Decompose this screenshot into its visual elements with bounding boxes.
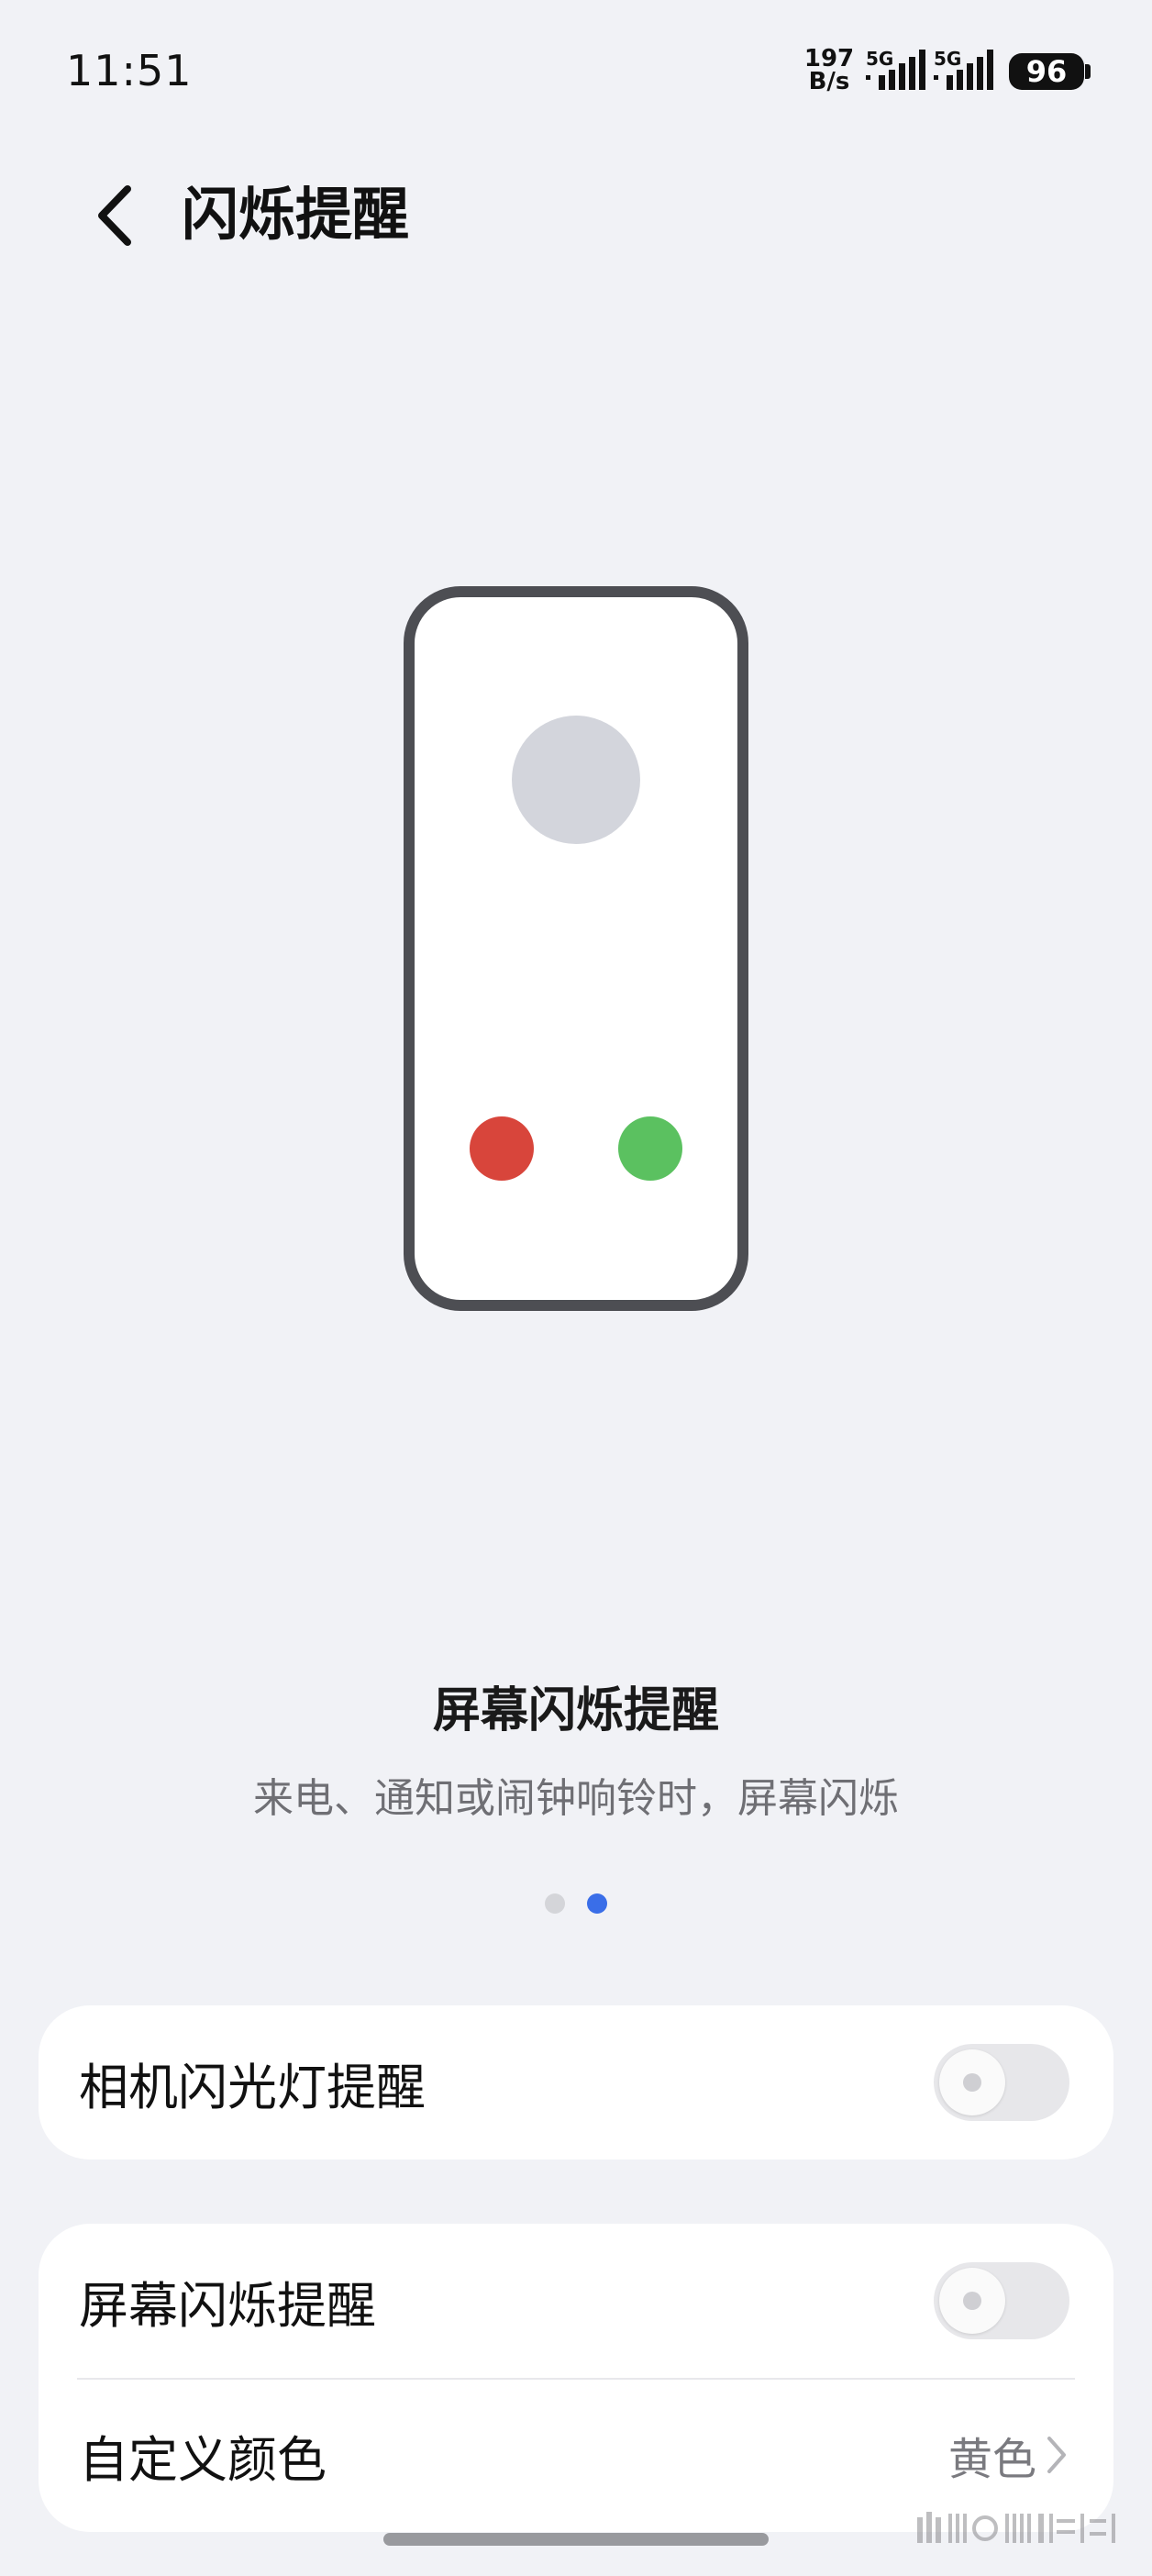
- page-title: 闪烁提醒: [182, 181, 410, 248]
- home-indicator[interactable]: [383, 2533, 769, 2546]
- toggle-knob: [939, 2049, 1005, 2115]
- feature-title: 屏幕闪烁提醒: [432, 1683, 719, 1738]
- page-dot-active[interactable]: [587, 1893, 607, 1914]
- network-speed: 197 B/s: [803, 47, 855, 95]
- screen-flash-label: 屏幕闪烁提醒: [79, 2276, 376, 2335]
- caller-avatar: [512, 716, 640, 844]
- accept-call-icon: [618, 1116, 682, 1181]
- signal-icon: 5G: [934, 48, 994, 92]
- page-dot[interactable]: [545, 1893, 565, 1914]
- status-time: 11:51: [66, 46, 193, 95]
- battery-icon: 96: [1009, 53, 1084, 90]
- camera-flash-toggle[interactable]: [934, 2044, 1069, 2121]
- camera-flash-card: 相机闪光灯提醒: [39, 2005, 1113, 2160]
- decline-call-icon: [470, 1116, 534, 1181]
- signal-icon: 5G: [866, 48, 926, 92]
- custom-color-value: 黄色: [947, 2434, 1036, 2485]
- battery-level: 96: [1025, 54, 1068, 89]
- network-speed-unit: B/s: [808, 68, 850, 95]
- camera-flash-label: 相机闪光灯提醒: [79, 2058, 426, 2116]
- feature-description: 来电、通知或闹钟响铃时，屏幕闪烁: [253, 1775, 899, 1822]
- chevron-left-icon: [98, 185, 131, 246]
- back-button[interactable]: [77, 174, 150, 257]
- custom-color-label: 自定义颜色: [79, 2430, 327, 2489]
- chevron-right-icon: [1047, 2437, 1066, 2473]
- screen-flash-card: 屏幕闪烁提醒 自定义颜色 黄色: [39, 2224, 1113, 2532]
- toggle-knob: [939, 2268, 1005, 2334]
- watermark-logo: [917, 2512, 1115, 2543]
- screen-flash-illustration: [404, 586, 748, 1311]
- phone-frame: [404, 586, 748, 1311]
- battery-tip: [1085, 64, 1091, 79]
- screen-flash-toggle[interactable]: [934, 2262, 1069, 2339]
- status-bar: 11:51 197 B/s 5G 5G 96: [0, 0, 1152, 138]
- page-indicator: [0, 1893, 1152, 1915]
- camera-flash-row[interactable]: 相机闪光灯提醒: [39, 2005, 1113, 2160]
- row-divider: [77, 2378, 1075, 2380]
- screen-flash-row[interactable]: 屏幕闪烁提醒: [39, 2224, 1113, 2378]
